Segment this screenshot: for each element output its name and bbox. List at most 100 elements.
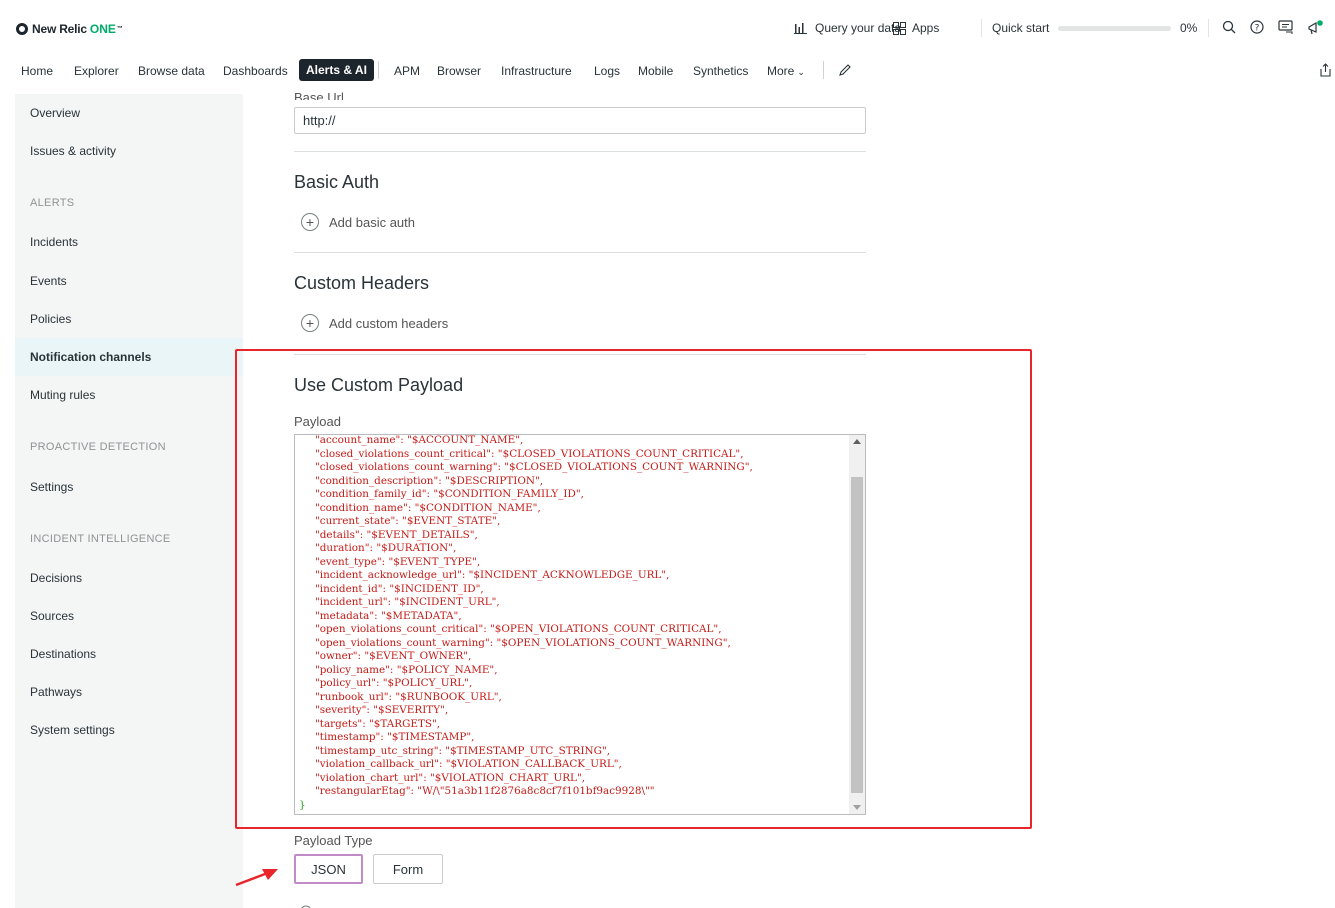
logo-trademark: ™ (116, 26, 123, 32)
divider (294, 151, 866, 152)
sidebar-item-policies[interactable]: Policies (30, 312, 71, 326)
payload-line: "policy_url": "$POLICY_URL", (315, 677, 473, 689)
bar-chart-icon (794, 23, 807, 34)
sidebar-item-system-settings[interactable]: System settings (30, 723, 115, 737)
sidebar-item-destinations[interactable]: Destinations (30, 647, 96, 661)
quick-start-button[interactable]: Quick start (992, 21, 1049, 35)
plus-circle-icon: + (301, 213, 319, 231)
sidebar-item-issues-activity[interactable]: Issues & activity (30, 144, 116, 158)
payload-line: "metadata": "$METADATA", (315, 609, 462, 622)
sidebar-item-muting-rules[interactable]: Muting rules (30, 388, 95, 402)
nav-divider (378, 61, 379, 79)
apps-label: Apps (912, 21, 940, 35)
nav-apm[interactable]: APM (394, 64, 420, 78)
payload-type-form-button[interactable]: Form (373, 854, 443, 884)
divider (981, 19, 982, 37)
sidebar-section-proactive-detection: PROACTIVE DETECTION (30, 441, 166, 453)
payload-type-json-button[interactable]: JSON (294, 854, 363, 884)
payload-line: "timestamp_utc_string": "$TIMESTAMP_UTC_… (315, 744, 611, 757)
sidebar-item-pathways[interactable]: Pathways (30, 685, 82, 699)
sidebar-item-notification-channels[interactable]: Notification channels (30, 350, 151, 364)
sidebar-item-overview[interactable]: Overview (30, 106, 80, 120)
nav-infrastructure[interactable]: Infrastructure (501, 64, 572, 78)
payload-line: "restangularEtag": "W/\"51a3b11f2876a8c8… (315, 785, 655, 797)
sidebar-item-incidents[interactable]: Incidents (30, 235, 78, 249)
payload-line: "open_violations_count_warning": "$OPEN_… (315, 636, 731, 649)
sidebar-item-settings[interactable]: Settings (30, 480, 73, 494)
payload-line: "duration": "$DURATION", (315, 542, 457, 554)
scrollbar-thumb[interactable] (851, 477, 863, 793)
plus-circle-icon: + (301, 314, 319, 332)
edit-pencil-icon[interactable] (838, 63, 852, 82)
nav-logs[interactable]: Logs (594, 64, 620, 78)
search-icon[interactable] (1221, 20, 1237, 36)
apps-grid-icon (893, 21, 906, 35)
sidebar-item-events[interactable]: Events (30, 274, 67, 288)
use-custom-payload-title: Use Custom Payload (294, 375, 464, 395)
payload-line: "closed_violations_count_warning": "$CLO… (315, 461, 753, 473)
payload-line: "closed_violations_count_critical": "$CL… (315, 447, 744, 460)
payload-line: "incident_acknowledge_url": "$INCIDENT_A… (315, 569, 670, 581)
payload-line: "event_type": "$EVENT_TYPE", (315, 555, 481, 568)
payload-line: "incident_url": "$INCIDENT_URL", (315, 596, 500, 608)
feedback-icon[interactable] (1278, 20, 1294, 36)
svg-text:?: ? (1255, 24, 1260, 34)
nav-mobile[interactable]: Mobile (638, 64, 673, 78)
annotation-arrow-icon (235, 869, 278, 887)
payload-line: "runbook_url": "$RUNBOOK_URL", (315, 690, 502, 703)
payload-line: "condition_name": "$CONDITION_NAME", (315, 501, 541, 514)
base-url-input[interactable] (294, 107, 866, 134)
payload-line: "current_state": "$EVENT_STATE", (315, 515, 501, 527)
nav-browse-data[interactable]: Browse data (138, 64, 205, 78)
nav-more[interactable]: More ⌄ (767, 64, 805, 78)
share-icon[interactable] (1319, 63, 1332, 82)
scroll-up-arrow-icon[interactable] (853, 439, 861, 444)
payload-line: "details": "$EVENT_DETAILS", (315, 528, 478, 541)
payload-line: "incident_id": "$INCIDENT_ID", (315, 582, 484, 595)
payload-line: "condition_description": "$DESCRIPTION", (315, 474, 544, 487)
nav-synthetics[interactable]: Synthetics (693, 64, 748, 78)
next-section-icon-peek (300, 902, 312, 908)
nav-explorer[interactable]: Explorer (74, 64, 119, 78)
nav-dashboards[interactable]: Dashboards (223, 64, 288, 78)
scroll-down-arrow-icon[interactable] (853, 805, 861, 810)
add-basic-auth-label: Add basic auth (329, 214, 416, 230)
divider (294, 252, 866, 253)
logo-brand-text: New Relic (32, 22, 87, 36)
nav-home[interactable]: Home (21, 64, 53, 78)
payload-line: "condition_family_id": "$CONDITION_FAMIL… (315, 488, 584, 500)
payload-line: "open_violations_count_critical": "$OPEN… (315, 623, 722, 635)
nav-browser[interactable]: Browser (437, 64, 481, 78)
nav-alerts-ai[interactable]: Alerts & AI (299, 59, 374, 81)
add-custom-headers-label: Add custom headers (329, 315, 449, 331)
top-bar: New Relic ONE ™ Query your data Apps Qui… (0, 0, 1335, 56)
payload-line: "targets": "$TARGETS", (315, 717, 441, 730)
payload-line: "severity": "$SEVERITY", (315, 704, 449, 716)
base-url-label: Base Url (294, 90, 344, 100)
new-relic-logo-icon (16, 23, 28, 35)
payload-type-label: Payload Type (294, 833, 373, 848)
payload-editor[interactable]: "account_name": "$ACCOUNT_NAME", "closed_… (294, 434, 866, 815)
add-custom-headers-button[interactable]: + Add custom headers (301, 314, 448, 332)
custom-headers-title: Custom Headers (294, 273, 430, 293)
payload-closing-brace: } (299, 798, 306, 811)
notifications-icon[interactable] (1307, 20, 1323, 36)
sidebar-item-sources[interactable]: Sources (30, 609, 74, 623)
payload-scrollbar[interactable] (849, 435, 865, 814)
apps-button[interactable]: Apps (893, 21, 939, 35)
payload-label: Payload (294, 414, 341, 429)
sidebar-section-alerts: ALERTS (30, 197, 75, 209)
quick-start-label: Quick start (992, 21, 1050, 35)
divider (294, 354, 866, 355)
nav-more-label: More (767, 64, 795, 78)
query-your-data-button[interactable]: Query your data (794, 21, 901, 35)
payload-line: "violation_callback_url": "$VIOLATION_CA… (315, 758, 622, 770)
add-basic-auth-button[interactable]: + Add basic auth (301, 213, 415, 231)
sidebar-section-incident-intelligence: INCIDENT INTELLIGENCE (30, 533, 171, 545)
payload-line: "policy_name": "$POLICY_NAME", (315, 663, 498, 676)
help-icon[interactable]: ? (1249, 20, 1265, 36)
sidebar: Overview Issues & activity ALERTS Incide… (15, 94, 243, 908)
payload-code: "account_name": "$ACCOUNT_NAME", "closed_… (299, 435, 844, 812)
sidebar-item-decisions[interactable]: Decisions (30, 571, 82, 585)
new-relic-logo[interactable]: New Relic ONE ™ (16, 22, 123, 36)
